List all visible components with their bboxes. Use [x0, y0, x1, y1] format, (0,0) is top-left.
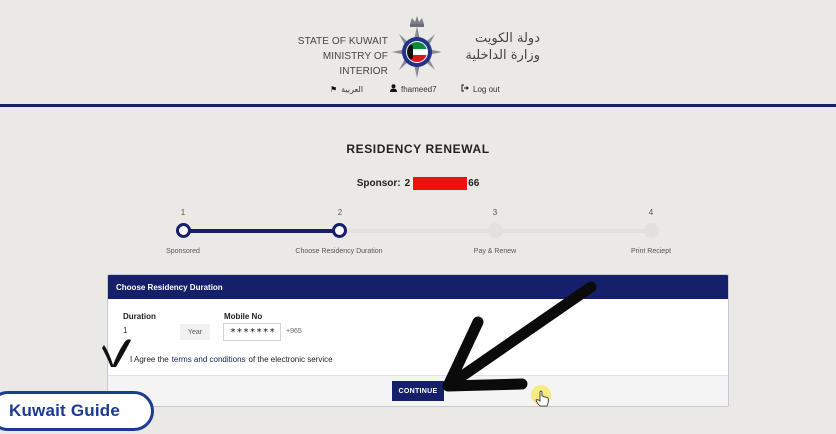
top-nav: ⚑ العربية fhameed7 Log out	[0, 83, 836, 97]
ministry-name-arabic: وزارة الداخلية	[465, 48, 540, 63]
sponsor-id-suffix: 66	[468, 177, 480, 189]
mobile-label: Mobile No	[224, 312, 263, 321]
user-icon	[390, 84, 397, 94]
logout-link[interactable]: Log out	[461, 83, 500, 95]
sponsor-id-prefix: 2	[404, 177, 411, 189]
step-dot-choose-duration	[332, 223, 347, 238]
terms-suffix: of the electronic service	[248, 355, 333, 364]
site-header: STATE OF KUWAIT MINISTRY OF INTERIOR دول…	[0, 0, 836, 108]
step-dot-sponsored	[176, 223, 191, 238]
step-label: Sponsored	[166, 248, 200, 255]
header-divider	[0, 104, 836, 107]
continue-button[interactable]: CONTINUE	[392, 381, 444, 401]
state-name-arabic: دولة الكويت	[475, 31, 540, 46]
badge-text: Kuwait Guide	[9, 401, 121, 420]
sponsor-line: Sponsor: 2 66	[0, 176, 836, 190]
step-number: 3	[492, 208, 498, 217]
logout-label: Log out	[473, 84, 500, 94]
progress-stepper: 1 2 3 4 Sponsored Choose Residency Durat…	[0, 205, 836, 265]
kuwait-guide-badge: Kuwait Guide	[0, 391, 154, 431]
user-link[interactable]: fhameed7	[390, 83, 437, 95]
language-link[interactable]: ⚑ العربية	[330, 83, 363, 95]
terms-agreement[interactable]: I Agree the terms and conditions of the …	[130, 355, 333, 364]
logout-icon	[461, 84, 469, 94]
kuwait-moi-emblem-icon	[392, 16, 442, 78]
state-title-arabic: دولة الكويت وزارة الداخلية	[452, 30, 540, 64]
sponsor-id-redaction	[413, 176, 468, 190]
ministry-name: MINISTRY OF INTERIOR	[322, 51, 388, 77]
mobile-input[interactable]: *******	[223, 323, 281, 341]
duration-value: 1	[123, 326, 128, 335]
sponsor-label: Sponsor:	[356, 177, 401, 189]
language-label: العربية	[341, 84, 364, 94]
username-label: fhameed7	[401, 84, 437, 94]
duration-unit: Year	[180, 324, 210, 340]
step-label: Pay & Renew	[473, 248, 517, 255]
state-title-english: STATE OF KUWAIT MINISTRY OF INTERIOR	[280, 34, 388, 79]
flag-icon: ⚑	[330, 84, 338, 94]
terms-prefix: I Agree the	[130, 355, 169, 364]
page-title: RESIDENCY RENEWAL	[346, 142, 490, 156]
country-code: +965	[286, 328, 302, 335]
step-label: Print Reciept	[630, 248, 672, 255]
state-name: STATE OF KUWAIT	[297, 36, 388, 47]
step-number: 1	[180, 208, 186, 217]
step-number: 4	[648, 208, 654, 217]
step-dot-pay-renew	[488, 223, 503, 238]
duration-label: Duration	[123, 312, 156, 321]
terms-link[interactable]: terms and conditions	[172, 355, 246, 364]
panel-title: Choose Residency Duration	[108, 275, 728, 299]
duration-panel: Choose Residency Duration Duration 1 Yea…	[107, 274, 729, 407]
stepper-track-done	[183, 229, 339, 233]
step-number: 2	[337, 208, 343, 217]
step-label: Choose Residency Duration	[295, 248, 383, 255]
step-dot-print-receipt	[644, 223, 659, 238]
